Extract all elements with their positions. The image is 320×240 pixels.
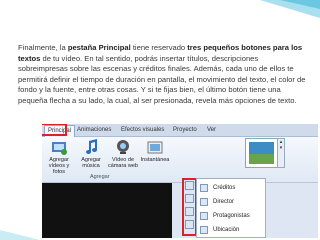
- add-videos-button[interactable]: Agregar vídeos y fotos: [44, 139, 74, 175]
- snapshot-button[interactable]: Instantánea: [140, 139, 170, 163]
- snapshot-label: Instantánea: [140, 157, 170, 163]
- webcam-video-label: Vídeo de cámara web: [108, 157, 138, 169]
- group-label-agregar: Agregar: [90, 174, 110, 180]
- text-principal-tab: pestaña Principal: [67, 43, 131, 52]
- menu-item-creditos[interactable]: Créditos: [197, 181, 265, 195]
- menu-item-protagonistas[interactable]: Protagonistas: [197, 209, 265, 223]
- film-add-icon: [51, 139, 67, 155]
- director-item-icon: [200, 198, 208, 206]
- text-buttons-highlight: [182, 178, 197, 236]
- add-music-label: Agregar música: [81, 157, 101, 169]
- tab-animaciones[interactable]: Animaciones: [74, 125, 114, 136]
- add-music-button[interactable]: Agregar música: [76, 139, 106, 169]
- tab-efectos-visuales[interactable]: Efectos visuales: [118, 125, 167, 136]
- slide-corner-decoration: [260, 0, 320, 18]
- webcam-video-button[interactable]: Vídeo de cámara web: [108, 139, 138, 169]
- theme-gallery[interactable]: [245, 138, 278, 168]
- slide-paragraph: Finalmente, la pestaña Principal tiene r…: [18, 43, 310, 107]
- credits-item-icon: [200, 184, 208, 192]
- text-intro: Finalmente, la: [18, 43, 68, 52]
- menu-item-ubicacion[interactable]: Ubicación: [197, 223, 265, 237]
- tab-proyecto[interactable]: Proyecto: [170, 125, 200, 136]
- movie-maker-screenshot: Principal Animaciones Efectos visuales P…: [42, 124, 318, 238]
- text-reserved: tiene reservado: [130, 43, 188, 52]
- tab-ver[interactable]: Ver: [204, 125, 219, 136]
- add-videos-label: Agregar vídeos y fotos: [48, 157, 70, 175]
- ribbon-tabs: Principal Animaciones Efectos visuales P…: [42, 124, 318, 137]
- starring-item-icon: [200, 212, 208, 220]
- gallery-scroll[interactable]: ▴ ▾: [277, 138, 285, 168]
- music-note-icon: [83, 139, 99, 155]
- snapshot-icon: [147, 139, 163, 155]
- principal-highlight: [42, 124, 67, 136]
- menu-item-director[interactable]: Director: [197, 195, 265, 209]
- credits-dropdown-menu: Créditos Director Protagonistas Ubicació…: [196, 178, 266, 238]
- webcam-icon: [115, 139, 131, 155]
- slide-corner-decoration-bottom: [0, 230, 40, 240]
- location-item-icon: [200, 226, 208, 234]
- video-preview: [42, 183, 172, 238]
- text-body: de tu vídeo. En tal sentido, podrás inse…: [18, 53, 306, 105]
